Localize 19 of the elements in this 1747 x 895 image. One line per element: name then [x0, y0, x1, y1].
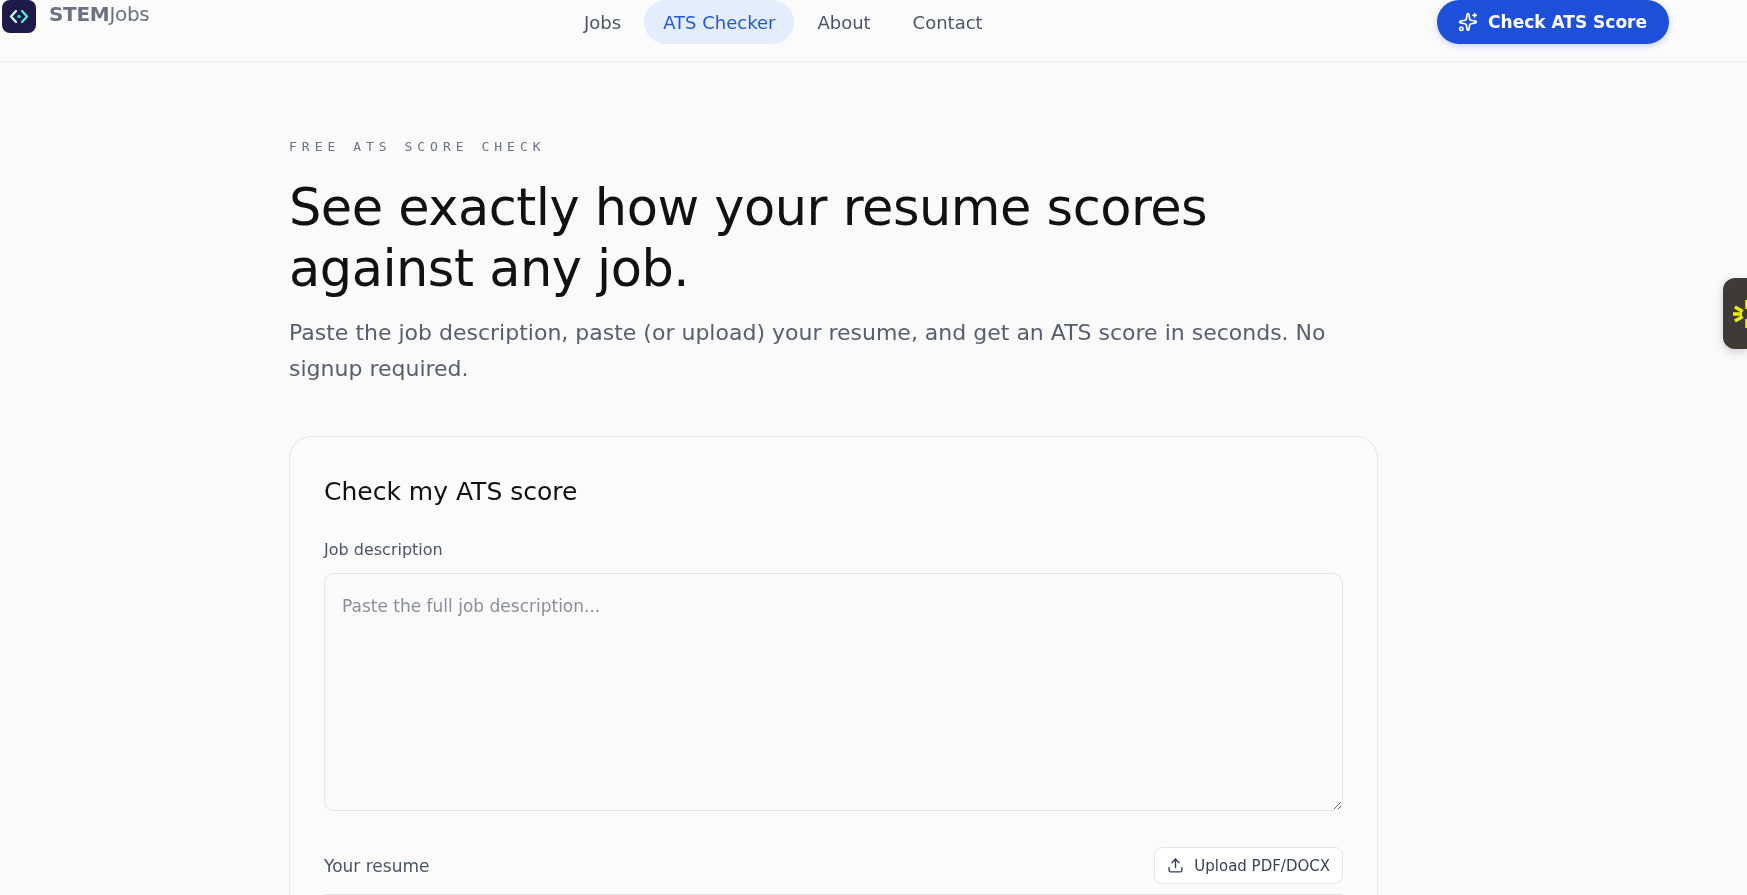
nav-link[interactable]: ATS Checker	[644, 0, 795, 44]
logo-icon	[2, 0, 36, 33]
nav-link[interactable]: About	[798, 0, 890, 44]
upload-button[interactable]: Upload PDF/DOCX	[1154, 847, 1343, 884]
check-ats-score-button[interactable]: Check ATS Score	[1437, 0, 1669, 44]
nav-link[interactable]: Jobs	[565, 0, 641, 44]
floating-widget-button[interactable]	[1723, 278, 1747, 349]
field-label: Job description	[324, 539, 443, 561]
card-title: Check my ATS score	[324, 477, 578, 507]
eyebrow-text: FREE ATS SCORE CHECK	[289, 139, 546, 155]
brand-name[interactable]: STEMJobs	[49, 0, 150, 28]
upload-icon	[1167, 857, 1185, 874]
sparkles-icon	[1458, 12, 1479, 32]
page-description: Paste the job description, paste (or upload) your resume, and get an ATS score in seconds. No signup required.	[289, 319, 1327, 383]
job-description-field[interactable]: Paste the full job description...	[324, 573, 1343, 811]
field-label: Your resume	[324, 854, 430, 877]
page-heading: See exactly how your resume scores against any job.	[289, 177, 1209, 299]
nav-link[interactable]: Contact	[893, 0, 1002, 44]
asterisk-icon	[1731, 298, 1747, 329]
